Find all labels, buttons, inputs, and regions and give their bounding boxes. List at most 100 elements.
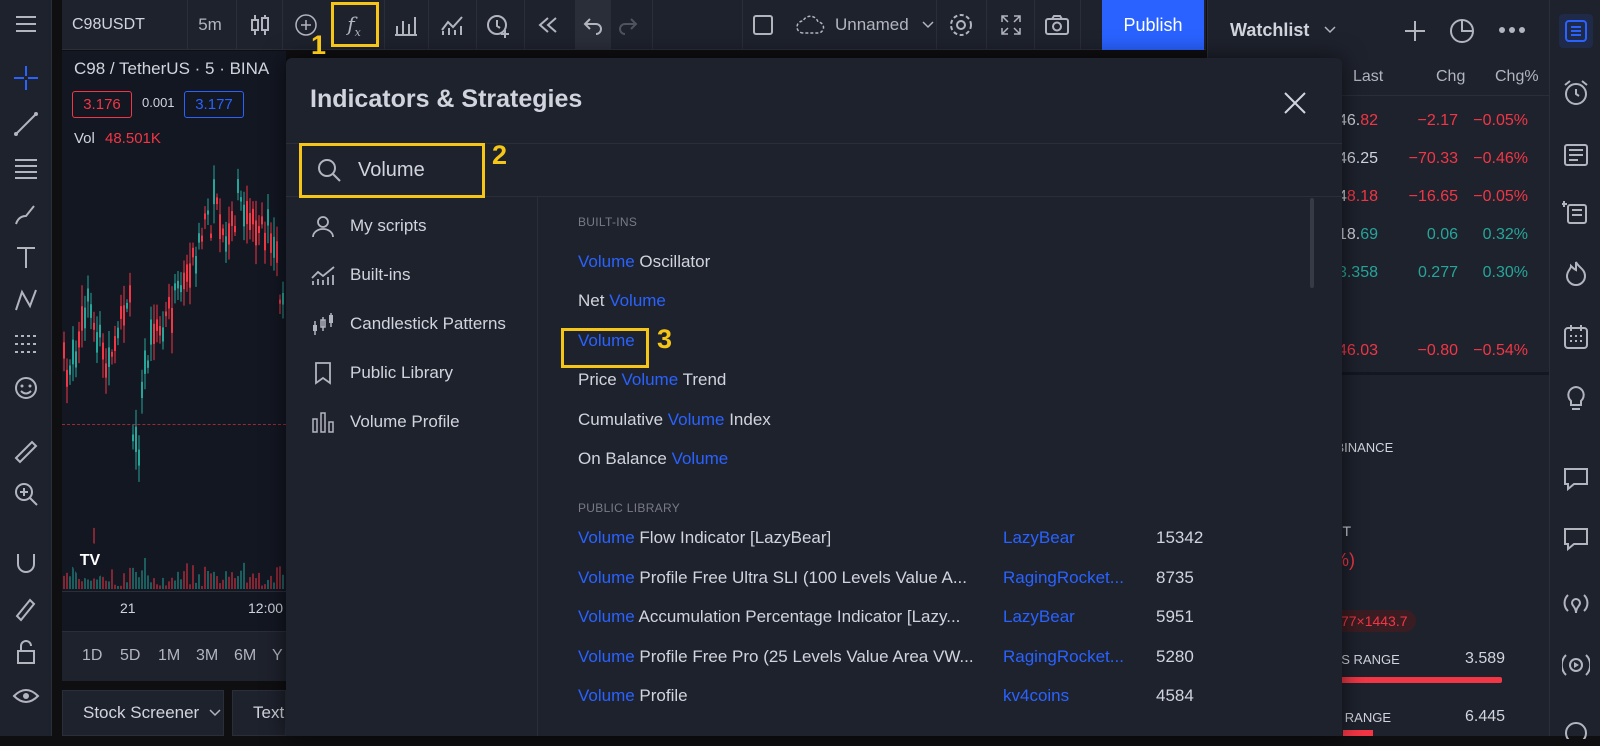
hotlists-icon[interactable]: [1559, 256, 1593, 290]
help-icon[interactable]: [1559, 712, 1593, 746]
layout-icon[interactable]: [748, 0, 778, 50]
fullscreen-icon[interactable]: [994, 0, 1028, 50]
financials-icon[interactable]: [388, 0, 424, 50]
candle-body: [246, 201, 248, 225]
scrollbar[interactable]: [1310, 198, 1314, 288]
category-built-ins[interactable]: Built-ins: [310, 257, 410, 293]
alarm-clock-icon[interactable]: [1559, 76, 1593, 110]
undo-icon[interactable]: [575, 0, 611, 50]
candles-icon[interactable]: [242, 0, 278, 50]
builtin-result-item[interactable]: On Balance Volume: [578, 447, 728, 471]
advanced-view-icon[interactable]: [1448, 17, 1476, 45]
public-script-item[interactable]: Volume Accumulation Percentage Indicator…: [578, 605, 960, 629]
interval-button[interactable]: 5m: [190, 0, 230, 50]
text-notes-tab[interactable]: Text: [232, 690, 286, 736]
chat-icon[interactable]: [1559, 462, 1593, 496]
public-script-item[interactable]: Volume Flow Indicator [LazyBear]: [578, 526, 831, 550]
user-icon: [310, 213, 336, 239]
builtin-result-item[interactable]: Cumulative Volume Index: [578, 408, 771, 432]
candle-body: [243, 204, 245, 227]
redo-icon[interactable]: [610, 0, 646, 50]
public-script-item[interactable]: Volume Profile Free Pro (25 Levels Value…: [578, 645, 974, 669]
volume-bar: [183, 571, 185, 589]
templates-icon[interactable]: [434, 0, 470, 50]
timeframe-y[interactable]: Y: [272, 647, 283, 665]
streams-icon[interactable]: [1559, 648, 1593, 682]
cloud-icon: [796, 15, 825, 34]
candle-body: [258, 226, 260, 234]
column-chg-percent[interactable]: Chg%: [1495, 68, 1539, 86]
lock-drawing-icon[interactable]: [10, 592, 42, 624]
alert-icon[interactable]: [480, 0, 516, 50]
camera-icon[interactable]: [1040, 0, 1074, 50]
calendar-icon[interactable]: [1559, 320, 1593, 354]
volume-bar: [249, 577, 251, 589]
volume-bar: [171, 577, 173, 589]
prediction-icon[interactable]: [10, 328, 42, 360]
brush-icon[interactable]: [10, 198, 42, 230]
text-tool-icon[interactable]: [10, 241, 42, 273]
category-public-library[interactable]: Public Library: [310, 355, 453, 391]
annotation-number: 3: [657, 324, 673, 354]
category-candlestick-patterns[interactable]: Candlestick Patterns: [310, 306, 506, 342]
candle-body: [138, 449, 140, 466]
timeframe-6m[interactable]: 6M: [234, 647, 256, 665]
candle-body: [147, 360, 149, 368]
builtin-result-item[interactable]: Price Volume Trend: [578, 368, 726, 392]
magnet-icon[interactable]: [10, 548, 42, 580]
more-options-icon[interactable]: [1498, 26, 1526, 34]
add-symbol-icon[interactable]: [1404, 20, 1426, 42]
volume-bar: [114, 584, 116, 589]
chevron-down-icon[interactable]: [1324, 26, 1336, 34]
script-author-link[interactable]: LazyBear: [1003, 526, 1075, 550]
chart-pane[interactable]: C98 / TetherUS · 5 · BINA 3.176 0.001 3.…: [62, 51, 286, 681]
menu-icon[interactable]: [10, 8, 42, 40]
publish-button[interactable]: Publish: [1102, 0, 1204, 50]
news-icon[interactable]: [1559, 138, 1593, 172]
volume-bar: [132, 567, 134, 589]
watchlist-icon[interactable]: [1559, 14, 1593, 48]
volume-bar: [276, 567, 278, 589]
change-percent: −0.54%: [1473, 342, 1528, 359]
public-script-item[interactable]: Volume Profile Free Ultra SLI (100 Level…: [578, 566, 967, 590]
close-icon[interactable]: [1280, 88, 1310, 118]
script-author-link[interactable]: RagingRocket...: [1003, 566, 1124, 590]
ruler-icon[interactable]: [10, 436, 42, 468]
timeframe-3m[interactable]: 3M: [196, 647, 218, 665]
timeframe-1d[interactable]: 1D: [82, 647, 102, 665]
script-author-link[interactable]: kv4coins: [1003, 684, 1069, 708]
lightbulb-icon[interactable]: [1559, 382, 1593, 416]
settings-gear-icon[interactable]: [944, 0, 978, 50]
symbol-search-button[interactable]: C98USDT: [72, 0, 177, 50]
script-author-link[interactable]: LazyBear: [1003, 605, 1075, 629]
public-script-item[interactable]: Volume Profile: [578, 684, 688, 708]
builtin-result-item[interactable]: Net Volume: [578, 289, 666, 313]
column-chg[interactable]: Chg: [1436, 68, 1465, 86]
timeframe-5d[interactable]: 5D: [120, 647, 140, 665]
eye-icon[interactable]: [10, 680, 42, 712]
zoom-in-icon[interactable]: [10, 478, 42, 510]
script-author-link[interactable]: RagingRocket...: [1003, 645, 1124, 669]
crosshair-icon[interactable]: [10, 62, 42, 94]
builtin-result-item[interactable]: Volume Oscillator: [578, 250, 710, 274]
category-volume-profile[interactable]: Volume Profile: [310, 404, 460, 440]
pattern-icon[interactable]: [10, 284, 42, 316]
watchlist-title[interactable]: Watchlist: [1230, 20, 1309, 41]
timeframe-1m[interactable]: 1M: [158, 647, 180, 665]
fib-retracement-icon[interactable]: [10, 152, 42, 184]
volume-bar: [282, 574, 284, 589]
candle-body: [93, 322, 95, 330]
lock-icon[interactable]: [10, 636, 42, 668]
stock-screener-tab[interactable]: Stock Screener: [62, 690, 224, 736]
category-my-scripts[interactable]: My scripts: [310, 208, 427, 244]
column-last[interactable]: Last: [1353, 68, 1383, 86]
volume-bar: [159, 585, 161, 589]
layout-name-button[interactable]: Unnamed: [795, 0, 940, 50]
replay-icon[interactable]: [530, 0, 566, 50]
ideas-stream-icon[interactable]: [1559, 196, 1593, 230]
change-value: −0.80: [1417, 342, 1458, 359]
trend-line-icon[interactable]: [10, 108, 42, 140]
broadcast-icon[interactable]: [1559, 586, 1593, 620]
emoji-icon[interactable]: [10, 372, 42, 404]
messages-icon[interactable]: [1559, 522, 1593, 556]
